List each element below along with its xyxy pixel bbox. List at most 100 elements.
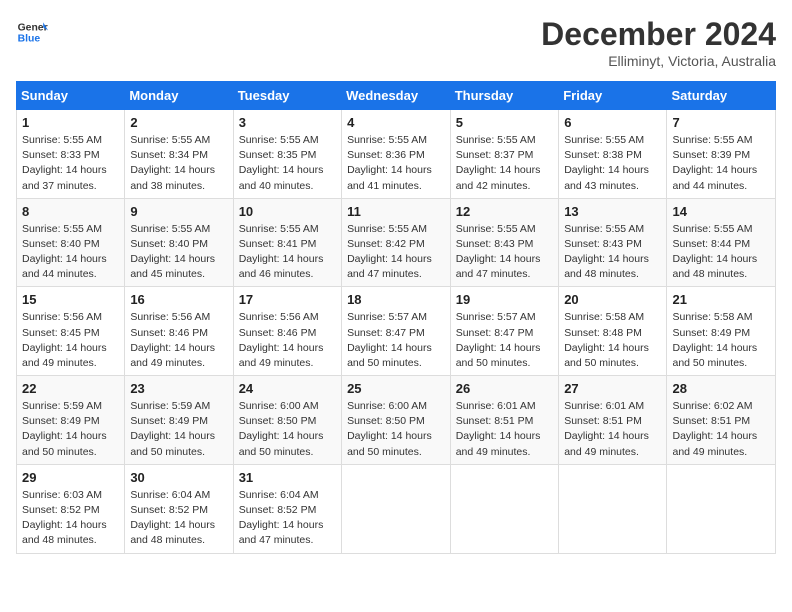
day-number: 23 <box>130 380 227 399</box>
calendar-cell: 30Sunrise: 6:04 AMSunset: 8:52 PMDayligh… <box>125 464 233 553</box>
day-number: 21 <box>672 291 770 310</box>
calendar-cell: 29Sunrise: 6:03 AMSunset: 8:52 PMDayligh… <box>17 464 125 553</box>
day-number: 5 <box>456 114 553 133</box>
day-number: 14 <box>672 203 770 222</box>
sunset: Sunset: 8:51 PM <box>672 414 770 429</box>
sunset: Sunset: 8:41 PM <box>239 237 336 252</box>
sunset: Sunset: 8:40 PM <box>130 237 227 252</box>
sunset: Sunset: 8:34 PM <box>130 148 227 163</box>
day-number: 17 <box>239 291 336 310</box>
sunset: Sunset: 8:51 PM <box>564 414 661 429</box>
sunset: Sunset: 8:52 PM <box>239 503 336 518</box>
calendar-week-1: 1Sunrise: 5:55 AMSunset: 8:33 PMDaylight… <box>17 110 776 199</box>
day-number: 18 <box>347 291 445 310</box>
sunset: Sunset: 8:47 PM <box>456 326 553 341</box>
sunrise: Sunrise: 5:58 AM <box>564 310 661 325</box>
daylight: Daylight: 14 hours and 42 minutes. <box>456 163 553 193</box>
day-number: 24 <box>239 380 336 399</box>
daylight: Daylight: 14 hours and 50 minutes. <box>347 429 445 459</box>
sunrise: Sunrise: 6:02 AM <box>672 399 770 414</box>
sunset: Sunset: 8:40 PM <box>22 237 119 252</box>
calendar-cell: 6Sunrise: 5:55 AMSunset: 8:38 PMDaylight… <box>559 110 667 199</box>
calendar-cell <box>667 464 776 553</box>
calendar-cell: 9Sunrise: 5:55 AMSunset: 8:40 PMDaylight… <box>125 198 233 287</box>
month-title: December 2024 <box>541 16 776 53</box>
calendar-cell: 27Sunrise: 6:01 AMSunset: 8:51 PMDayligh… <box>559 376 667 465</box>
sunset: Sunset: 8:49 PM <box>22 414 119 429</box>
calendar-cell: 22Sunrise: 5:59 AMSunset: 8:49 PMDayligh… <box>17 376 125 465</box>
calendar-cell: 1Sunrise: 5:55 AMSunset: 8:33 PMDaylight… <box>17 110 125 199</box>
sunset: Sunset: 8:43 PM <box>564 237 661 252</box>
page-header: General Blue December 2024 Elliminyt, Vi… <box>16 16 776 69</box>
calendar-cell: 17Sunrise: 5:56 AMSunset: 8:46 PMDayligh… <box>233 287 341 376</box>
day-number: 15 <box>22 291 119 310</box>
calendar-cell: 24Sunrise: 6:00 AMSunset: 8:50 PMDayligh… <box>233 376 341 465</box>
day-number: 19 <box>456 291 553 310</box>
sunrise: Sunrise: 5:56 AM <box>239 310 336 325</box>
header-cell-saturday: Saturday <box>667 82 776 110</box>
calendar-cell <box>342 464 451 553</box>
sunrise: Sunrise: 5:55 AM <box>130 222 227 237</box>
day-number: 27 <box>564 380 661 399</box>
daylight: Daylight: 14 hours and 48 minutes. <box>130 518 227 548</box>
header-cell-sunday: Sunday <box>17 82 125 110</box>
calendar-cell: 16Sunrise: 5:56 AMSunset: 8:46 PMDayligh… <box>125 287 233 376</box>
sunset: Sunset: 8:52 PM <box>22 503 119 518</box>
sunset: Sunset: 8:45 PM <box>22 326 119 341</box>
sunrise: Sunrise: 5:56 AM <box>22 310 119 325</box>
sunrise: Sunrise: 5:56 AM <box>130 310 227 325</box>
sunrise: Sunrise: 5:55 AM <box>130 133 227 148</box>
sunset: Sunset: 8:49 PM <box>130 414 227 429</box>
calendar-table: SundayMondayTuesdayWednesdayThursdayFrid… <box>16 81 776 554</box>
logo-icon: General Blue <box>16 16 48 48</box>
daylight: Daylight: 14 hours and 48 minutes. <box>672 252 770 282</box>
daylight: Daylight: 14 hours and 50 minutes. <box>564 341 661 371</box>
day-number: 3 <box>239 114 336 133</box>
sunset: Sunset: 8:50 PM <box>347 414 445 429</box>
daylight: Daylight: 14 hours and 49 minutes. <box>130 341 227 371</box>
calendar-cell: 23Sunrise: 5:59 AMSunset: 8:49 PMDayligh… <box>125 376 233 465</box>
sunrise: Sunrise: 5:55 AM <box>456 133 553 148</box>
sunrise: Sunrise: 6:03 AM <box>22 488 119 503</box>
day-number: 9 <box>130 203 227 222</box>
day-number: 12 <box>456 203 553 222</box>
daylight: Daylight: 14 hours and 40 minutes. <box>239 163 336 193</box>
sunset: Sunset: 8:38 PM <box>564 148 661 163</box>
calendar-cell: 18Sunrise: 5:57 AMSunset: 8:47 PMDayligh… <box>342 287 451 376</box>
daylight: Daylight: 14 hours and 44 minutes. <box>22 252 119 282</box>
sunrise: Sunrise: 5:59 AM <box>130 399 227 414</box>
day-number: 2 <box>130 114 227 133</box>
sunset: Sunset: 8:44 PM <box>672 237 770 252</box>
day-number: 10 <box>239 203 336 222</box>
daylight: Daylight: 14 hours and 47 minutes. <box>456 252 553 282</box>
day-number: 6 <box>564 114 661 133</box>
calendar-cell: 5Sunrise: 5:55 AMSunset: 8:37 PMDaylight… <box>450 110 558 199</box>
calendar-cell: 2Sunrise: 5:55 AMSunset: 8:34 PMDaylight… <box>125 110 233 199</box>
day-number: 13 <box>564 203 661 222</box>
sunrise: Sunrise: 5:55 AM <box>672 222 770 237</box>
sunrise: Sunrise: 5:55 AM <box>239 222 336 237</box>
sunrise: Sunrise: 5:55 AM <box>456 222 553 237</box>
sunrise: Sunrise: 5:55 AM <box>672 133 770 148</box>
calendar-cell: 14Sunrise: 5:55 AMSunset: 8:44 PMDayligh… <box>667 198 776 287</box>
sunset: Sunset: 8:47 PM <box>347 326 445 341</box>
sunset: Sunset: 8:46 PM <box>239 326 336 341</box>
day-number: 8 <box>22 203 119 222</box>
sunrise: Sunrise: 5:59 AM <box>22 399 119 414</box>
day-number: 16 <box>130 291 227 310</box>
daylight: Daylight: 14 hours and 49 minutes. <box>456 429 553 459</box>
sunset: Sunset: 8:49 PM <box>672 326 770 341</box>
header-cell-friday: Friday <box>559 82 667 110</box>
sunset: Sunset: 8:36 PM <box>347 148 445 163</box>
calendar-week-4: 22Sunrise: 5:59 AMSunset: 8:49 PMDayligh… <box>17 376 776 465</box>
sunset: Sunset: 8:50 PM <box>239 414 336 429</box>
daylight: Daylight: 14 hours and 50 minutes. <box>672 341 770 371</box>
calendar-cell: 13Sunrise: 5:55 AMSunset: 8:43 PMDayligh… <box>559 198 667 287</box>
calendar-cell: 15Sunrise: 5:56 AMSunset: 8:45 PMDayligh… <box>17 287 125 376</box>
sunset: Sunset: 8:33 PM <box>22 148 119 163</box>
sunrise: Sunrise: 6:04 AM <box>239 488 336 503</box>
calendar-cell: 31Sunrise: 6:04 AMSunset: 8:52 PMDayligh… <box>233 464 341 553</box>
daylight: Daylight: 14 hours and 45 minutes. <box>130 252 227 282</box>
daylight: Daylight: 14 hours and 50 minutes. <box>347 341 445 371</box>
calendar-cell: 21Sunrise: 5:58 AMSunset: 8:49 PMDayligh… <box>667 287 776 376</box>
